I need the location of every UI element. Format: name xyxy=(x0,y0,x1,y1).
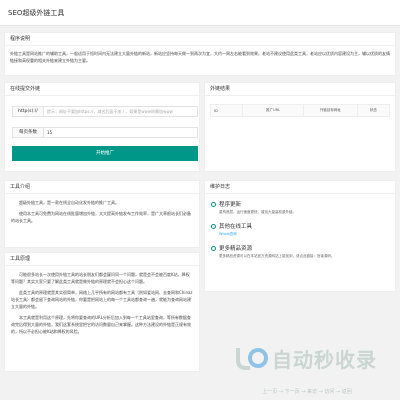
update-item: 程序更新 重构底层，运行速度更快，增加大量高权重外链。 xyxy=(211,200,389,215)
program-card: 程序说明 外链工具是网站推广的辅助工具，一般适用于短时间内无法建立大量外链的新站… xyxy=(4,32,396,76)
count-input[interactable]: 15 xyxy=(43,127,198,138)
watermark: 自动秒收录 上一页 → 下一页 → 来访 → 访问 → 返回 xyxy=(232,344,382,398)
url-row: http(s):// 提示：网址不要加https://，域名后面不加 / ，如果… xyxy=(12,106,198,117)
col-url: 推广URL xyxy=(242,104,305,117)
update-item-title: 其他在线工具 xyxy=(211,222,389,230)
intro-card: 工具介绍 超级外链工具，是一款在线全自动化发外链的推广工具。 使用本工具可免费为… xyxy=(4,180,200,248)
intro-heading: 工具介绍 xyxy=(5,181,199,194)
top-bar: SEO超级外链工具 xyxy=(0,0,400,26)
col-target: 外链目标网址 xyxy=(303,104,358,117)
update-sub: 更多精品资源可以在本站官方资源网站上能找到，请点此链接：官者源码。 xyxy=(219,254,335,258)
update-title-text: 其他在线工具 xyxy=(219,224,253,230)
circle-icon xyxy=(211,223,216,229)
results-heading: 外链结果 xyxy=(205,83,395,96)
watermark-text: 自动秒收录 xyxy=(272,348,377,372)
watermark-subtext: 上一页 → 下一页 → 来访 → 访问 → 返回 xyxy=(262,389,352,395)
update-item-title: 更多精品资源 xyxy=(211,244,389,252)
start-promote-button[interactable]: 开始推广 xyxy=(12,146,198,161)
count-row: 每页条数 15 xyxy=(12,127,198,138)
whois-link[interactable]: Whois查询 xyxy=(219,232,389,237)
watermark-logo-icon xyxy=(236,348,268,370)
url-input[interactable]: 提示：网址不要加https://，域名后面不加 / ，如果是www的需加www xyxy=(43,106,198,117)
principle-paragraph: 此类工具的原理就是其实很简单，网络上几乎所有的网站都有工具（例如爱站网、去查网和… xyxy=(11,290,193,309)
results-table: ID 推广URL 外链目标网址 状态 xyxy=(209,104,391,117)
update-sub: 重构底层，运行速度更快，增加大量高权重外链。 xyxy=(219,210,296,214)
program-heading: 程序说明 xyxy=(5,33,395,46)
col-id: ID xyxy=(209,104,244,117)
principle-paragraph: 本工具就是利用这个原理，先将你要查询的URL分析后加入到每一个工具站里查询，等所… xyxy=(11,315,191,334)
principle-heading: 工具原理 xyxy=(5,253,199,266)
count-label: 每页条数 xyxy=(12,127,44,138)
intro-paragraph: 使用本工具可免费为网站在线批量增加外链，大大提高外链发布工作效率，是广大草根站长… xyxy=(11,211,191,223)
form-heading: 在线提交外链 xyxy=(5,83,199,96)
principle-paragraph: 可能很多站长一次使用外链工具的站长朋友们都会疑问同一个问题，就是会不会被百度K站… xyxy=(11,272,190,284)
updates-heading: 维护日志 xyxy=(205,181,395,194)
program-text: 外链工具是网站推广的辅助工具，一般适用于短时间内无法建立大量外链的新站，新站应坚… xyxy=(10,51,390,63)
page-title: SEO超级外链工具 xyxy=(8,9,65,17)
results-card: 外链结果 ID 推广URL 外链目标网址 状态 xyxy=(204,82,396,172)
col-status: 状态 xyxy=(356,104,391,117)
intro-paragraph: 超级外链工具，是一款在线全自动化发外链的推广工具。 xyxy=(19,200,119,205)
updates-card: 维护日志 程序更新 重构底层，运行速度更快，增加大量高权重外链。 其他在线工具 … xyxy=(204,180,396,292)
circle-icon xyxy=(211,201,216,207)
update-title-text: 更多精品资源 xyxy=(219,246,253,252)
update-item: 更多精品资源 更多精品资源可以在本站官方资源网站上能找到，请点此链接：官者源码。 xyxy=(211,244,389,259)
update-item-title: 程序更新 xyxy=(211,200,389,208)
url-prefix-label: http(s):// xyxy=(12,106,44,117)
update-title-text: 程序更新 xyxy=(219,202,242,208)
update-item: 其他在线工具 Whois查询 xyxy=(211,222,389,237)
circle-icon xyxy=(211,245,216,251)
principle-card: 工具原理 可能很多站长一次使用外链工具的站长朋友们都会疑问同一个问题，就是会不会… xyxy=(4,252,200,372)
